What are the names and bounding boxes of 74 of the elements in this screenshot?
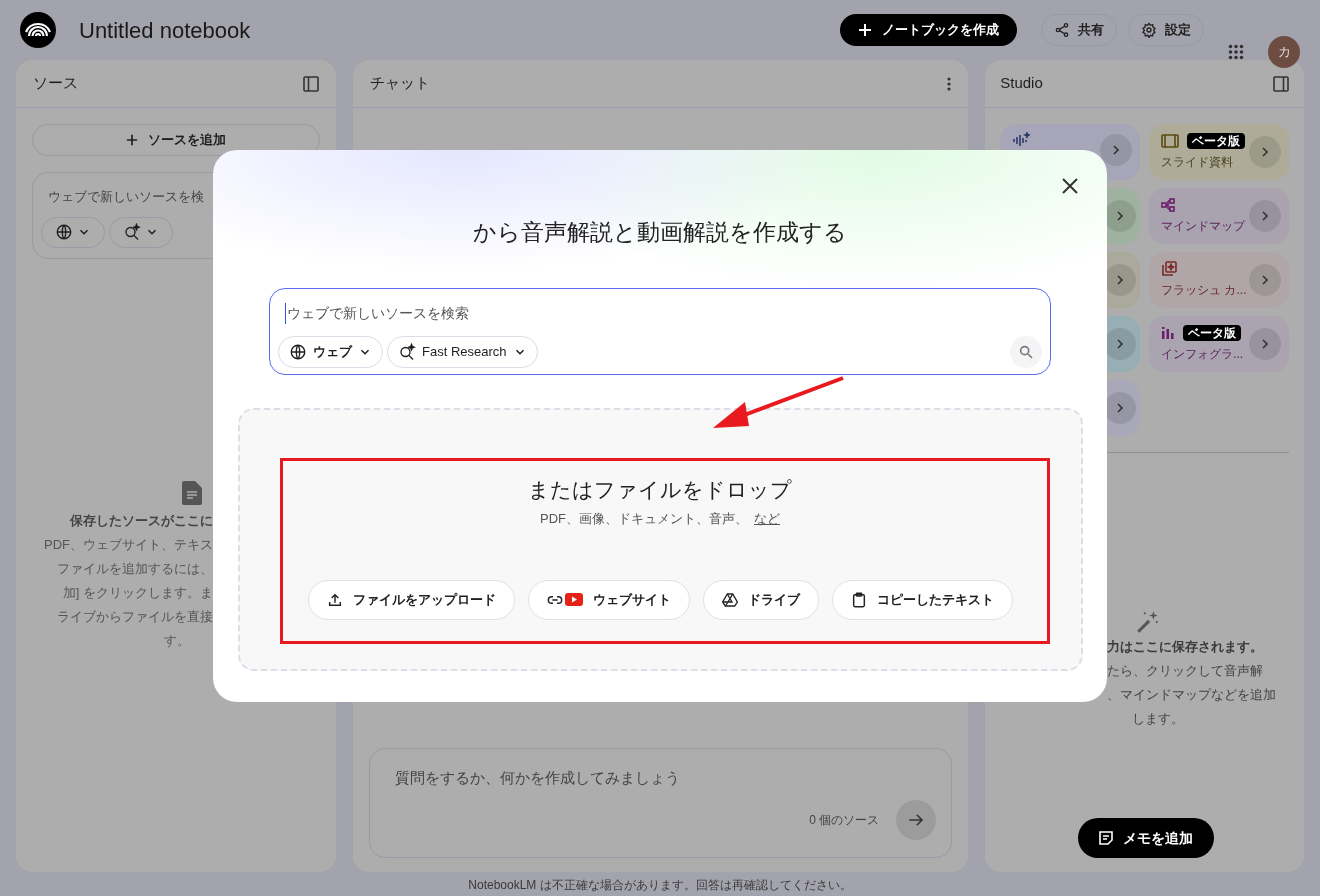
beta-badge: ベータ版 xyxy=(1187,133,1246,149)
card-label: スライド資料 xyxy=(1161,154,1235,171)
chat-input-field[interactable]: 質問をするか、何かを作成してみましょう 0 個のソース xyxy=(368,748,953,858)
chevron-button[interactable] xyxy=(1249,328,1281,360)
create-notebook-button[interactable]: ノートブックを作成 xyxy=(840,14,1017,46)
drop-zone[interactable]: またはファイルをドロップ PDF、画像、ドキュメント、音声、 など ファイルをアップロード ウェブサイト ドライブ コピーしたテキスト xyxy=(237,407,1083,671)
more-link[interactable]: など xyxy=(754,509,780,529)
chevron-button[interactable] xyxy=(1100,134,1133,166)
card-label: フラッシュ カ... xyxy=(1161,282,1247,299)
panel-title: Studio xyxy=(1000,73,1043,94)
search-button[interactable] xyxy=(1010,335,1042,368)
apps-grid-icon[interactable] xyxy=(1228,44,1244,60)
chevron-button[interactable] xyxy=(1249,264,1281,296)
source-option-button[interactable]: ウェブサイト xyxy=(527,579,690,620)
video-play-icon xyxy=(564,593,583,606)
chevron-button[interactable] xyxy=(1249,200,1281,232)
drop-hint: PDF、画像、ドキュメント、音声、 xyxy=(540,510,748,528)
studio-card[interactable]: フラッシュ カ... xyxy=(1149,252,1289,308)
triangle-icon xyxy=(721,591,738,608)
globe-icon xyxy=(55,223,73,241)
empty-state-text: します。 xyxy=(1132,710,1186,728)
studio-card[interactable]: マインドマップ xyxy=(1149,188,1289,244)
search-placeholder: ウェブで新しいソースを検索 xyxy=(285,302,1042,324)
settings-icon xyxy=(1141,22,1157,38)
studio-card[interactable]: ベータ版 スライド資料 xyxy=(1149,124,1289,180)
sidebar-toggle-icon[interactable] xyxy=(302,75,319,92)
source-option-button[interactable]: コピーしたテキスト xyxy=(831,579,1013,620)
search-icon xyxy=(1018,343,1034,360)
dialog-title: から音声解説と動画解説を作成する xyxy=(473,218,847,247)
upload-icon xyxy=(326,591,343,608)
source-option-button[interactable]: ドライブ xyxy=(702,579,819,620)
slides-icon xyxy=(1161,134,1180,148)
more-options-icon[interactable] xyxy=(947,76,952,91)
share-icon xyxy=(1054,22,1070,38)
studio-card[interactable]: ベータ版 インフォグラ... xyxy=(1149,316,1289,372)
clipboard-icon xyxy=(850,591,867,608)
empty-state-text: 力はここに保存されます。 xyxy=(1107,638,1265,656)
notebook-title: Untitled notebook xyxy=(79,16,251,45)
add-note-button[interactable]: メモを追加 xyxy=(1078,818,1215,858)
panel-title: ソース xyxy=(33,73,78,94)
plus-icon xyxy=(125,134,138,146)
beta-badge: ベータ版 xyxy=(1183,325,1242,341)
globe-icon xyxy=(289,342,307,361)
sparkle-search-icon xyxy=(123,223,141,241)
panel-title: チャット xyxy=(369,73,430,94)
empty-state-text: 加] をクリックします。ま xyxy=(62,584,213,602)
empty-state-text: たら、クリックして音声解 xyxy=(1107,662,1265,680)
sparkle-search-icon xyxy=(398,342,416,361)
sidebar-toggle-icon[interactable] xyxy=(1273,75,1289,92)
card-label: インフォグラ... xyxy=(1161,346,1244,363)
empty-state-text: す。 xyxy=(164,632,190,650)
note-icon xyxy=(1099,831,1114,845)
web-search-field[interactable]: ウェブで新しいソースを検索 ウェブ Fast Research xyxy=(269,287,1051,375)
audio-wave-icon xyxy=(1012,132,1031,148)
cards-icon xyxy=(1161,261,1178,277)
input-placeholder: 質問をするか、何かを作成してみましょう xyxy=(394,768,681,788)
logo-icon xyxy=(20,12,56,48)
source-option-button[interactable]: ファイルをアップロード xyxy=(307,579,515,620)
close-icon[interactable] xyxy=(1062,178,1078,194)
chevron-button[interactable] xyxy=(1249,136,1281,168)
card-label: マインドマップ xyxy=(1161,218,1246,235)
user-avatar[interactable]: カ xyxy=(1268,36,1300,68)
empty-state-text: 、マインドマップなどを追加 xyxy=(1107,686,1278,704)
mind-map-icon xyxy=(1161,198,1176,212)
empty-state-text: ファイルを追加するには、 xyxy=(57,560,213,578)
disclaimer-text: NotebookLM は不正確な場合があります。回答は再確認してください。 xyxy=(468,877,852,894)
bar-chart-icon xyxy=(1161,326,1176,340)
plus-icon xyxy=(858,23,872,37)
drop-title: またはファイルをドロップ xyxy=(528,476,792,503)
empty-state-title: 保存したソースがここに xyxy=(70,512,213,530)
empty-state-text: ライブからファイルを直接 xyxy=(57,608,213,626)
source-count: 0 個のソース xyxy=(809,811,880,829)
document-icon xyxy=(182,481,202,505)
empty-state-text: PDF、ウェブサイト、テキス xyxy=(44,536,213,554)
